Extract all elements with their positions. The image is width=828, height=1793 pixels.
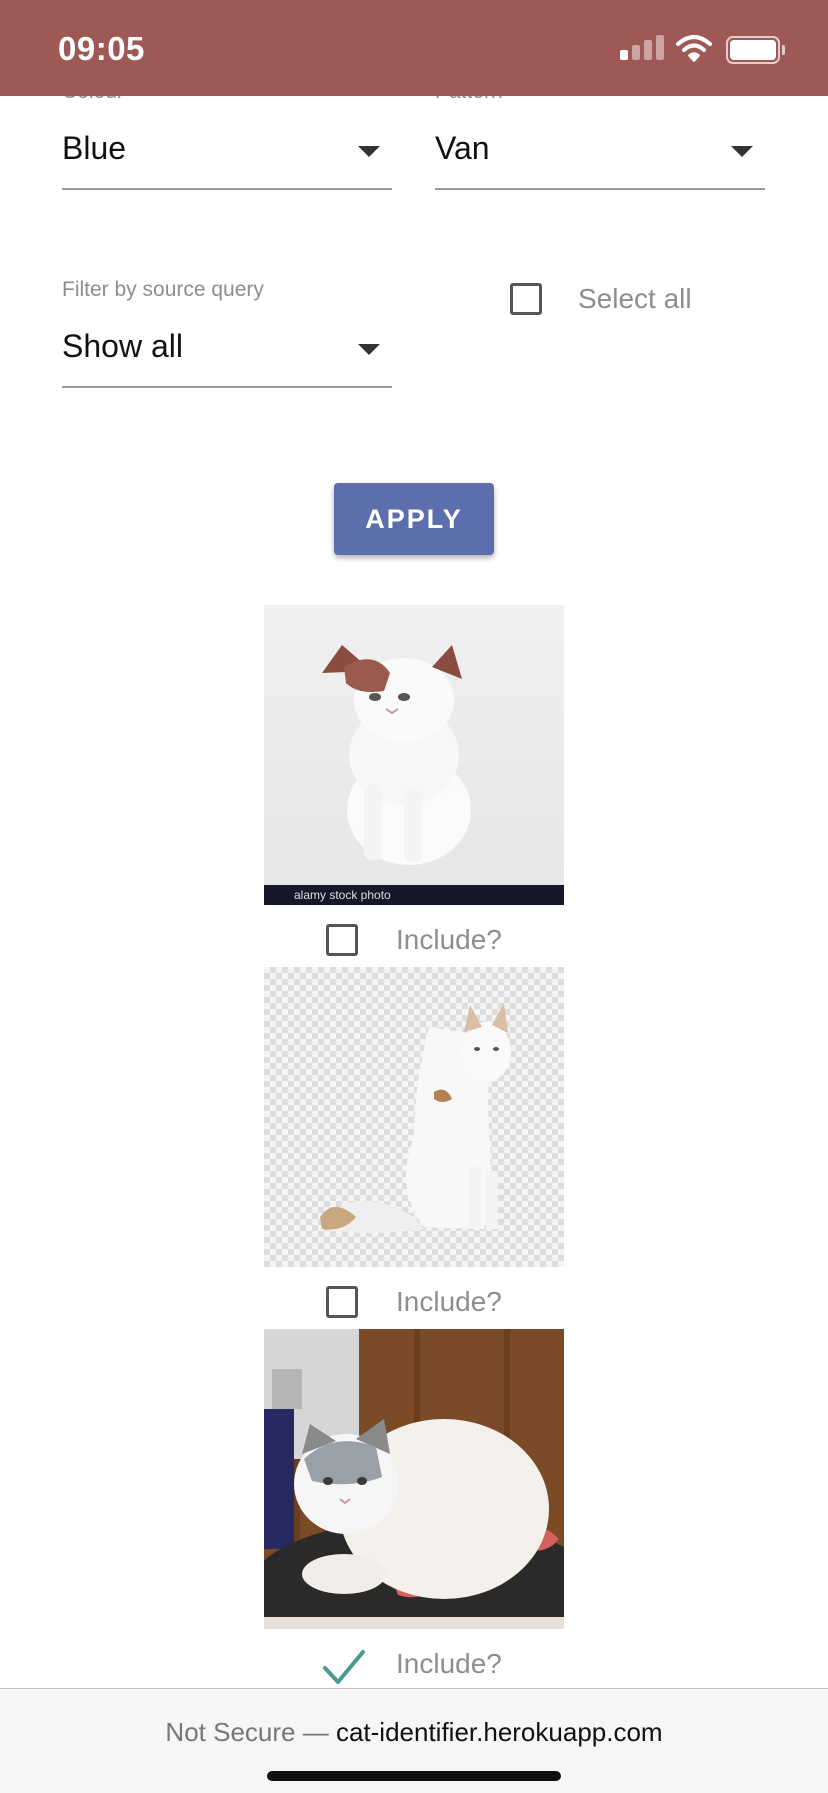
url-host: cat-identifier.herokuapp.com (335, 1717, 663, 1747)
source-query-label: Filter by source query (62, 278, 264, 301)
apply-button[interactable]: APPLY (334, 483, 494, 555)
home-indicator[interactable] (267, 1771, 561, 1781)
colour-select-value: Blue (62, 130, 127, 166)
cat-image: alamy stock photo (264, 605, 564, 905)
select-all-label[interactable]: Select all (578, 283, 692, 315)
chevron-down-icon (731, 146, 753, 157)
wifi-icon (676, 35, 712, 62)
cellular-signal-icon (620, 34, 668, 64)
include-label-3[interactable]: Include? (396, 1648, 502, 1680)
status-bar: 09:05 (0, 0, 828, 96)
cat-photo-illustration (264, 1329, 564, 1629)
select-all-checkbox[interactable] (510, 283, 542, 315)
browser-url-bar[interactable]: Not Secure — cat-identifier.herokuapp.co… (0, 1688, 828, 1793)
image-watermark: alamy stock photo (264, 885, 564, 905)
include-checkbox-1[interactable] (326, 924, 358, 956)
chevron-down-icon (358, 146, 380, 157)
cat-photo-illustration (322, 645, 471, 865)
security-indicator: Not Secure — (165, 1717, 329, 1747)
source-query-value: Show all (62, 328, 183, 364)
pattern-select-value: Van (435, 130, 490, 166)
include-label-2[interactable]: Include? (396, 1286, 502, 1318)
cat-photo-illustration (320, 1003, 511, 1233)
include-label-1[interactable]: Include? (396, 924, 502, 956)
pattern-select[interactable]: Van (435, 120, 765, 190)
colour-select[interactable]: Blue (62, 120, 392, 190)
url-text[interactable]: Not Secure — cat-identifier.herokuapp.co… (0, 1717, 828, 1748)
status-time: 09:05 (58, 30, 145, 67)
source-query-select[interactable]: Show all (62, 318, 392, 388)
cat-image (264, 967, 564, 1267)
cat-image (264, 1329, 564, 1629)
include-checkbox-2[interactable] (326, 1286, 358, 1318)
battery-icon (726, 36, 785, 64)
chevron-down-icon (358, 344, 380, 355)
check-icon[interactable] (322, 1648, 366, 1686)
